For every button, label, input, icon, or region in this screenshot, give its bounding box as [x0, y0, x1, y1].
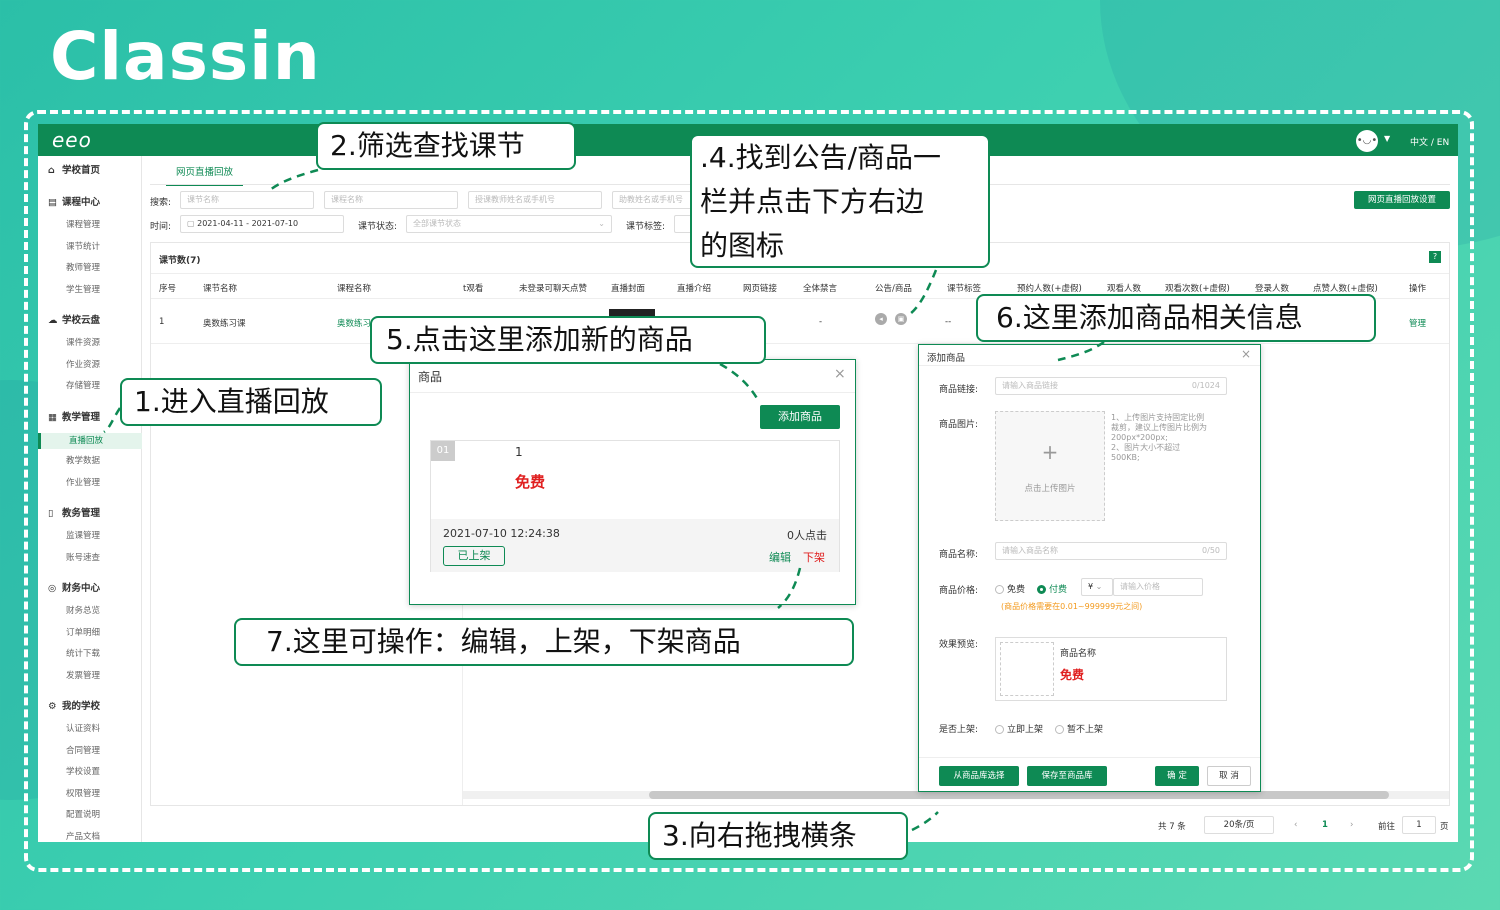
callout-step-4-line-2: 栏并点击下方右边 [700, 185, 925, 218]
connector-3 [911, 811, 939, 832]
callout-step-2: 2.筛选查找课节 [316, 122, 576, 170]
connector-7 [777, 567, 802, 609]
callout-step-4-line-1: .4.找到公告/商品一 [700, 141, 942, 174]
connector-2 [269, 168, 319, 191]
callout-step-4-line-3: 的图标 [700, 229, 785, 262]
connector-4 [909, 269, 938, 315]
connector-6 [1057, 340, 1105, 362]
callout-step-3: 3.向右拖拽横条 [648, 812, 908, 860]
callout-step-4: .4.找到公告/商品一 栏并点击下方右边 的图标 [690, 134, 990, 268]
callout-step-1: 1.进入直播回放 [120, 378, 382, 426]
connector-1 [103, 407, 122, 434]
callout-step-5: 5.点击这里添加新的商品 [370, 316, 766, 364]
callout-step-7: 7.这里可操作：编辑，上架，下架商品 [234, 618, 854, 666]
connector-5 [719, 362, 760, 401]
callout-step-6: 6.这里添加商品相关信息 [976, 294, 1376, 342]
